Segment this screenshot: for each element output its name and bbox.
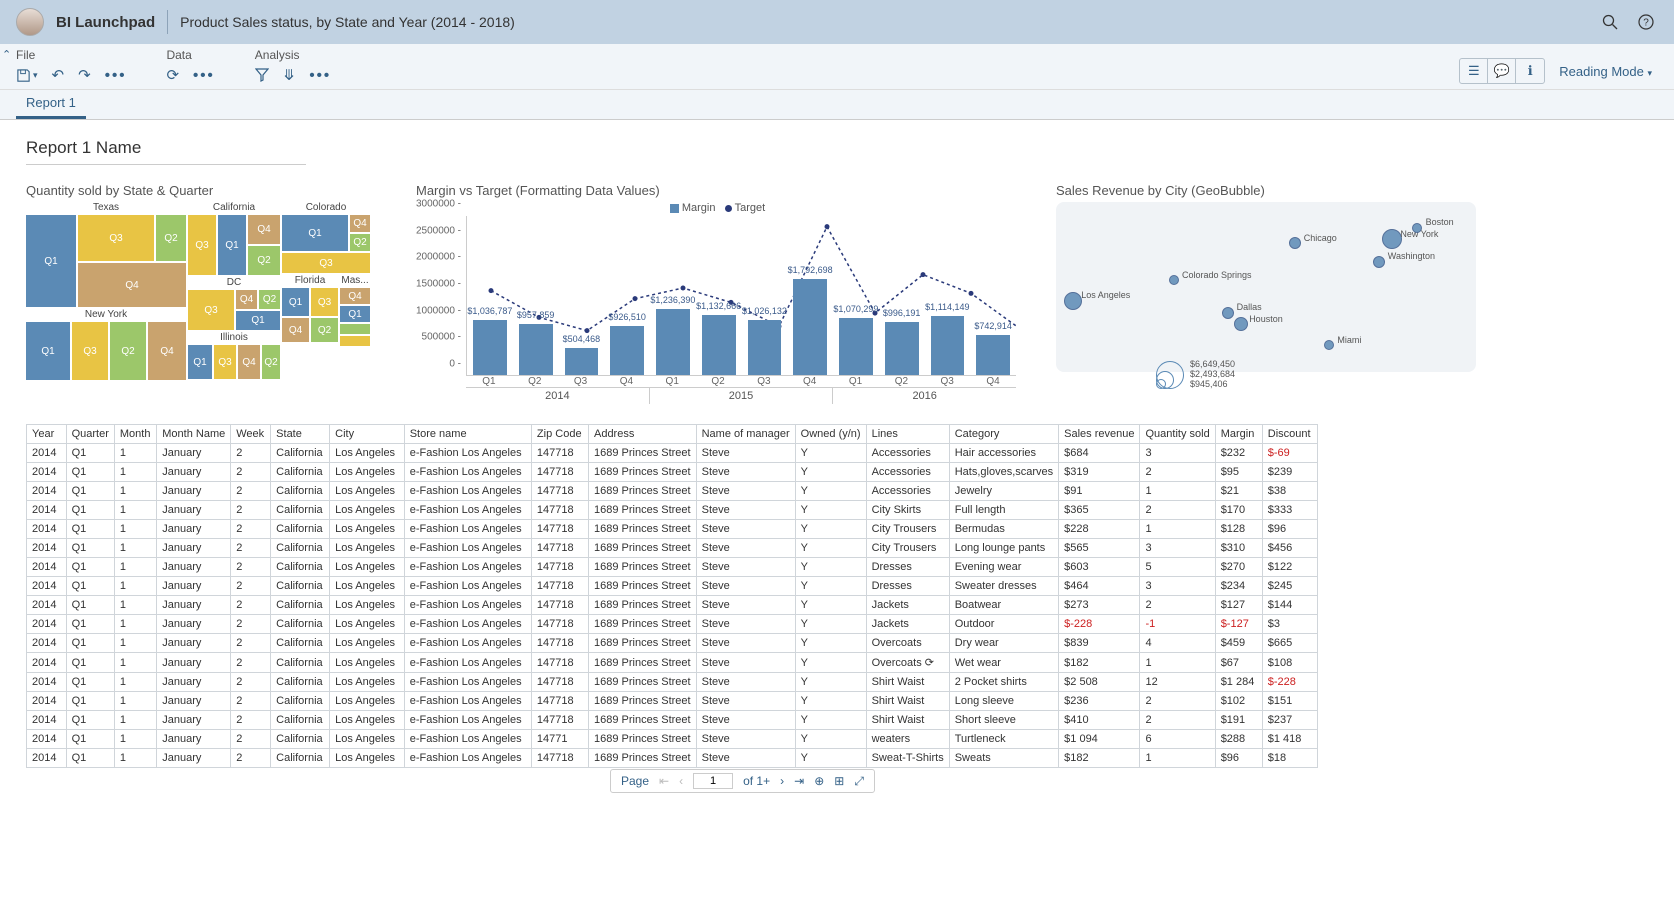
analysis-more-icon[interactable]: ••• [309,67,331,84]
info-icon[interactable]: ℹ [1516,59,1544,83]
state-label: DC [188,277,280,288]
table-row[interactable]: 2014Q11January2CaliforniaLos Angelese-Fa… [27,558,1318,577]
search-icon[interactable] [1598,10,1622,34]
file-more-icon[interactable]: ••• [105,67,127,84]
table-row[interactable]: 2014Q11January2CaliforniaLos Angelese-Fa… [27,653,1318,673]
drill-button[interactable]: ⤋ [283,66,296,84]
column-header[interactable]: State [271,425,330,444]
prev-page-icon[interactable]: ‹ [679,774,683,788]
data-table[interactable]: YearQuarterMonthMonth NameWeekStateCityS… [26,424,1318,768]
table-row[interactable]: 2014Q11January2CaliforniaLos Angelese-Fa… [27,444,1318,463]
state-label: Mas... [340,275,370,286]
page-input[interactable] [693,773,733,789]
table-row[interactable]: 2014Q11January2CaliforniaLos Angelese-Fa… [27,577,1318,596]
avatar[interactable] [16,8,44,36]
last-page-icon[interactable]: ⇥ [794,774,804,788]
table-row[interactable]: 2014Q11January2CaliforniaLos Angelese-Fa… [27,692,1318,711]
report-body: Report 1 Name Quantity sold by State & Q… [0,120,1674,768]
fullscreen-icon[interactable]: ⤢ [854,774,864,789]
column-header[interactable]: Address [588,425,696,444]
column-header[interactable]: Sales revenue [1059,425,1140,444]
table-row[interactable]: 2014Q11January2CaliforniaLos Angelese-Fa… [27,501,1318,520]
document-title: Product Sales status, by State and Year … [180,14,515,30]
next-page-icon[interactable]: › [780,774,784,788]
save-button[interactable]: ▾ [16,68,38,83]
column-header[interactable]: Name of manager [696,425,795,444]
geo-title: Sales Revenue by City (GeoBubble) [1056,183,1476,198]
column-header[interactable]: City [330,425,405,444]
barchart-title: Margin vs Target (Formatting Data Values… [416,183,1016,198]
chart-legend: Margin Target [416,202,1016,214]
treemap-title: Quantity sold by State & Quarter [26,183,376,198]
reading-mode-dropdown[interactable]: Reading Mode ▾ [1553,64,1658,79]
margin-vs-target-chart[interactable]: Margin vs Target (Formatting Data Values… [416,183,1016,404]
report-title: Report 1 Name [26,138,1654,158]
app-name: BI Launchpad [56,14,155,31]
state-label: New York [26,309,186,320]
column-header[interactable]: Lines [866,425,949,444]
filter-button[interactable] [255,68,269,82]
table-row[interactable]: 2014Q11January2CaliforniaLos Angelese-Fa… [27,711,1318,730]
table-row[interactable]: 2014Q11January2CaliforniaLos Angelese-Fa… [27,520,1318,539]
comments-icon[interactable]: 💬 [1488,59,1516,83]
column-header[interactable]: Month Name [157,425,231,444]
state-label: Illinois [188,332,280,343]
header-divider [167,10,168,34]
state-label: California [188,202,280,213]
column-header[interactable]: Owned (y/n) [795,425,866,444]
undo-button[interactable]: ↶ [52,66,65,84]
column-header[interactable]: Quarter [66,425,114,444]
view-toggle-group: ☰ 💬 ℹ [1459,58,1545,84]
table-row[interactable]: 2014Q11January2CaliforniaLos Angelese-Fa… [27,749,1318,768]
table-row[interactable]: 2014Q11January2CaliforniaLos Angelese-Fa… [27,539,1318,558]
title-rule [26,164,306,165]
table-row[interactable]: 2014Q11January2CaliforniaLos Angelese-Fa… [27,482,1318,501]
help-icon[interactable]: ? [1634,10,1658,34]
column-header[interactable]: Category [949,425,1058,444]
first-page-icon[interactable]: ⇤ [659,774,669,788]
column-header[interactable]: Discount [1262,425,1317,444]
column-header[interactable]: Store name [404,425,531,444]
table-row[interactable]: 2014Q11January2CaliforniaLos Angelese-Fa… [27,615,1318,634]
zoom-icon[interactable]: ⊕ [814,774,824,788]
toolbar: ⌃ File ▾ ↶ ↷ ••• Data ⟳ ••• Analysis ⤋ •… [0,44,1674,90]
pager-of-label: of 1+ [743,774,770,788]
svg-text:?: ? [1643,18,1649,29]
column-header[interactable]: Margin [1215,425,1262,444]
column-header[interactable]: Week [231,425,271,444]
column-header[interactable]: Month [114,425,156,444]
state-label: Colorado [282,202,370,213]
geo-bubble-chart[interactable]: Sales Revenue by City (GeoBubble) Los An… [1056,183,1476,383]
data-group-label: Data [166,48,214,62]
column-header[interactable]: Quantity sold [1140,425,1215,444]
file-group-label: File [16,48,126,62]
refresh-button[interactable]: ⟳ [166,66,179,84]
table-row[interactable]: 2014Q11January2CaliforniaLos Angelese-Fa… [27,634,1318,653]
us-map: Los AngelesColorado SpringsDallasHouston… [1056,202,1476,372]
pager: Page ⇤ ‹ of 1+ › ⇥ ⊕ ⊞ ⤢ [610,769,875,793]
table-row[interactable]: 2014Q11January2CaliforniaLos Angelese-Fa… [27,596,1318,615]
table-row[interactable]: 2014Q11January2CaliforniaLos Angelese-Fa… [27,730,1318,749]
fit-page-icon[interactable]: ⊞ [834,774,844,788]
state-label: Texas [26,202,186,213]
state-label: Florida [282,275,338,286]
app-header: BI Launchpad Product Sales status, by St… [0,0,1674,44]
pager-label: Page [621,774,649,788]
column-header[interactable]: Year [27,425,67,444]
table-row[interactable]: 2014Q11January2CaliforniaLos Angelese-Fa… [27,673,1318,692]
report-tabs: Report 1 [0,90,1674,120]
analysis-group-label: Analysis [255,48,331,62]
data-more-icon[interactable]: ••• [193,67,215,84]
column-header[interactable]: Zip Code [531,425,588,444]
collapse-ribbon-icon[interactable]: ⌃ [2,48,11,61]
table-row[interactable]: 2014Q11January2CaliforniaLos Angelese-Fa… [27,463,1318,482]
redo-button[interactable]: ↷ [78,66,91,84]
outline-view-icon[interactable]: ☰ [1460,59,1488,83]
tab-report-1[interactable]: Report 1 [16,89,86,119]
treemap-chart[interactable]: Quantity sold by State & Quarter Texas Q… [26,183,376,404]
